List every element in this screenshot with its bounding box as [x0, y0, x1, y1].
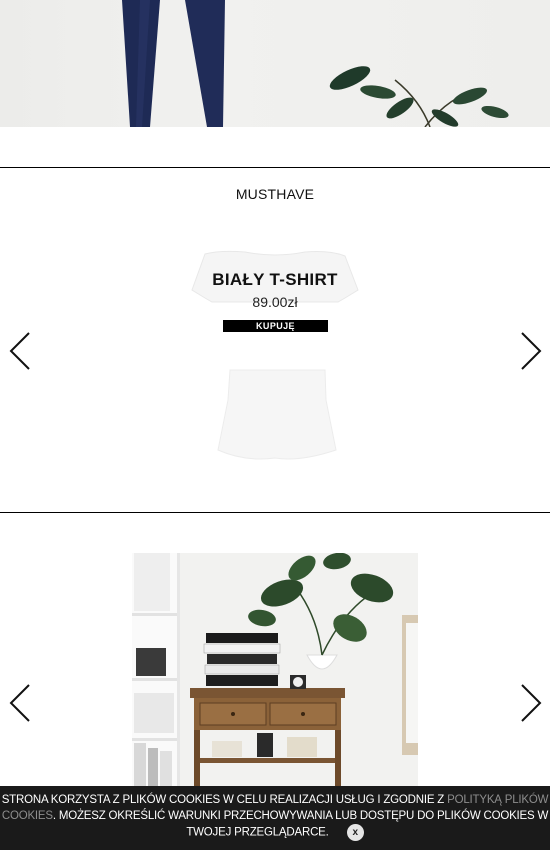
section-divider-bottom: [0, 512, 550, 513]
product-name[interactable]: BIAŁY T-SHIRT: [150, 270, 400, 290]
product-prev-button[interactable]: [7, 331, 35, 371]
cookie-text-after: . MOŻESZ OKREŚLIĆ WARUNKI PRZECHOWYWANIA…: [52, 810, 549, 839]
gallery-prev-button[interactable]: [7, 683, 35, 723]
cookie-text-before: STRONA KORZYSTA Z PLIKÓW COOKIES W CELU …: [1, 794, 448, 806]
cookie-close-button[interactable]: x: [346, 824, 364, 841]
product-price: 89.00zł: [252, 294, 298, 310]
product-card[interactable]: BIAŁY T-SHIRT 89.00zł KUPUJĘ: [150, 240, 400, 470]
buy-button[interactable]: KUPUJĘ: [223, 320, 328, 332]
chevron-left-icon: [9, 332, 30, 370]
chevron-right-icon: [521, 332, 542, 370]
hero-image: [0, 0, 550, 127]
gallery-illustration: [132, 553, 418, 793]
hero-illustration: [122, 0, 509, 127]
gallery-next-button[interactable]: [516, 683, 544, 723]
gallery-photo[interactable]: [132, 553, 418, 793]
chevron-left-icon: [9, 684, 30, 722]
product-next-button[interactable]: [516, 331, 544, 371]
chevron-right-icon: [521, 684, 542, 722]
section-title: MUSTHAVE: [235, 186, 315, 202]
section-divider-top: [0, 167, 550, 168]
cookie-bar: STRONA KORZYSTA Z PLIKÓW COOKIES W CELU …: [0, 786, 550, 850]
